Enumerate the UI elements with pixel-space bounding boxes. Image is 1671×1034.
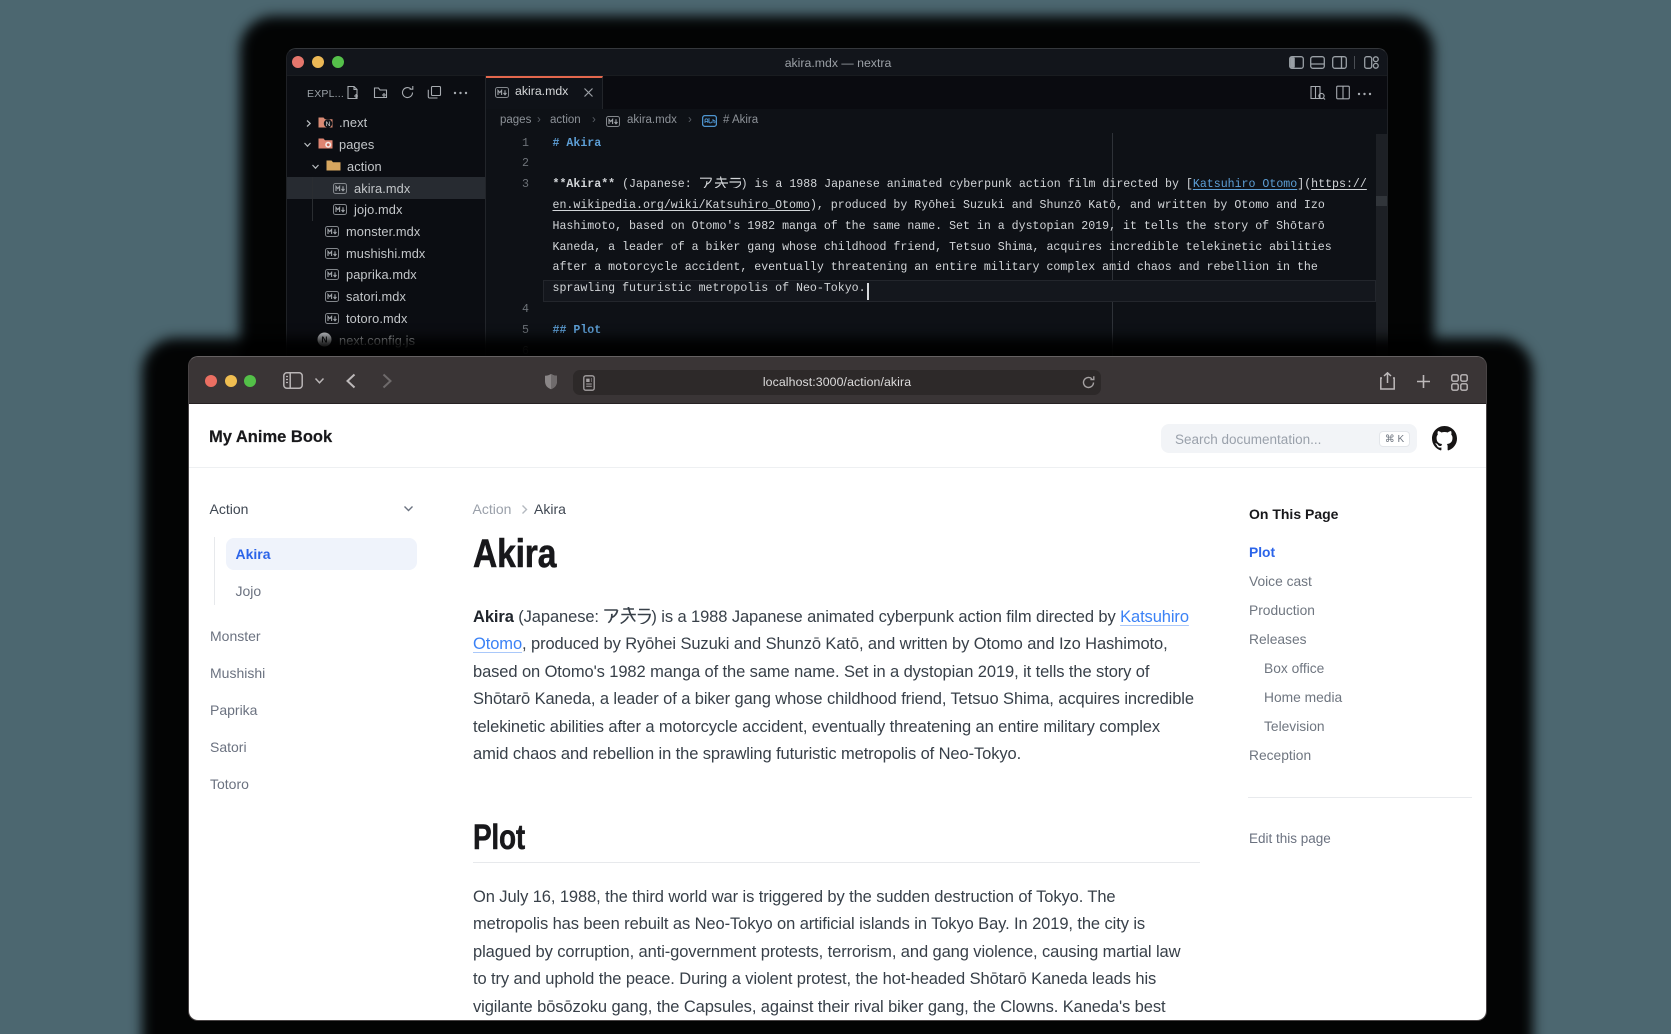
svg-text:N: N xyxy=(326,121,331,128)
svg-text:N: N xyxy=(321,335,327,345)
